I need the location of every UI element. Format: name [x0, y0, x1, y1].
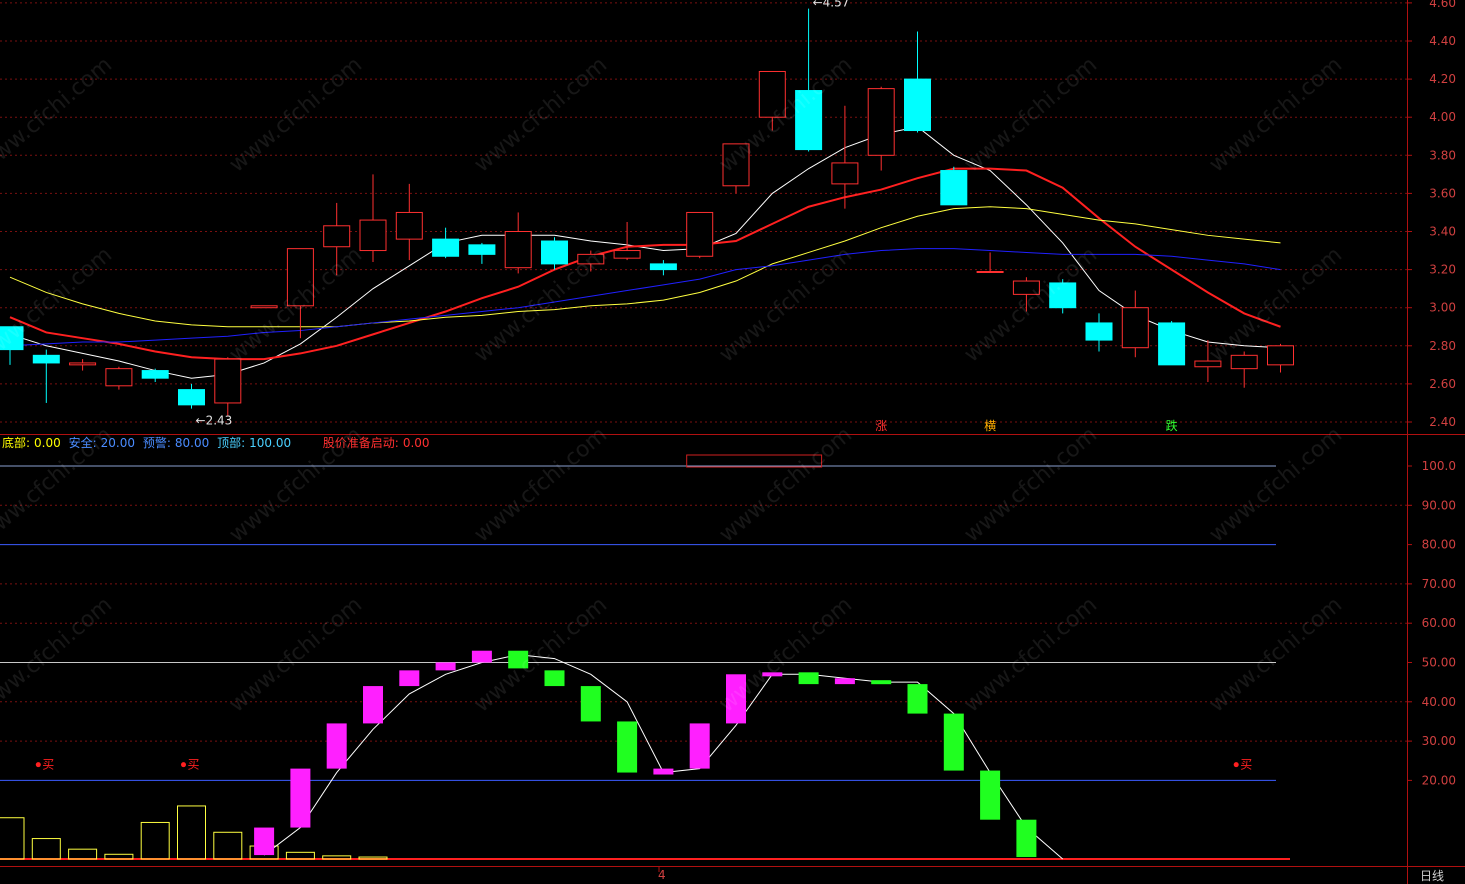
legend-warn-value: 80.00 [174, 436, 210, 450]
indicator-bar [834, 678, 855, 685]
indicator-bar [653, 768, 674, 775]
buy-marker-label: 买 [188, 758, 200, 772]
indicator-bar [980, 770, 1001, 820]
indicator-tick-label: 30.00 [1422, 734, 1456, 748]
signal-label: 横 [984, 419, 996, 433]
candle-body [395, 211, 423, 240]
indicator-bar [254, 827, 275, 856]
signal-label: 涨 [875, 418, 887, 433]
price-tick-label: 2.40 [1429, 415, 1456, 429]
indicator-bar [689, 723, 710, 769]
candle-body [940, 170, 968, 206]
buy-marker-label: 买 [1240, 758, 1252, 772]
indicator-tick-label: 60.00 [1422, 616, 1456, 630]
price-tick-label: 3.60 [1429, 186, 1456, 200]
legend-launch-value: 0.00 [402, 436, 430, 450]
signal-label: 跌 [1166, 418, 1178, 433]
indicator-bar [399, 670, 420, 687]
candle-body [214, 358, 242, 404]
candle-body [541, 240, 568, 265]
price-tick-label: 2.80 [1429, 339, 1456, 353]
indicator-bar [471, 650, 492, 663]
indicator-bar [290, 768, 311, 828]
indicator-tick-label: 90.00 [1422, 498, 1456, 512]
indicator-tick-label: 70.00 [1422, 577, 1456, 591]
indicator-bar [580, 686, 601, 722]
price-tick-label: 3.40 [1429, 225, 1456, 239]
candle-body [1158, 322, 1186, 366]
candle-body [831, 162, 859, 185]
indicator-tick-label: 40.00 [1422, 695, 1456, 709]
price-tick-label: 3.00 [1429, 301, 1456, 315]
buy-marker-dot [1233, 762, 1239, 768]
indicator-bar [617, 721, 638, 773]
candle-body [904, 78, 931, 132]
candle-body [976, 271, 1004, 274]
indicator-bar [435, 662, 456, 671]
indicator-bar [943, 713, 964, 771]
legend-safe-value: 20.00 [100, 436, 135, 450]
legend-safe-label: 安全: [68, 436, 97, 450]
buy-marker-label: 买 [42, 758, 54, 772]
candle-body [105, 368, 133, 387]
price-annotation: ←4.57 [813, 0, 850, 10]
period-label[interactable]: 日线 [1420, 867, 1444, 884]
candle-body [468, 244, 496, 255]
legend-bottom-value: 0.00 [34, 436, 61, 450]
candle-body [649, 263, 677, 271]
legend-launch-label: 股价准备启动: [322, 436, 399, 450]
candle-body [432, 238, 460, 257]
price-tick-label: 3.20 [1429, 263, 1456, 277]
candle-body [1121, 307, 1149, 349]
indicator-tick-label: 100.0 [1422, 459, 1456, 473]
indicator-bar [798, 672, 819, 685]
indicator-bar [1016, 819, 1037, 858]
candle-body [141, 370, 169, 379]
buy-marker-dot [35, 762, 41, 768]
indicator-tick-label: 20.00 [1422, 773, 1456, 787]
price-tick-label: 3.80 [1429, 148, 1456, 162]
candle-body [867, 88, 895, 156]
indicator-tick-label: 80.00 [1422, 538, 1456, 552]
price-tick-label: 4.00 [1429, 110, 1456, 124]
price-tick-label: 4.20 [1429, 72, 1456, 86]
price-tick-label: 4.60 [1429, 0, 1456, 10]
candle-body [613, 250, 641, 259]
candle-body [178, 389, 205, 406]
candle-body [323, 225, 351, 248]
legend-top-value: 100.00 [249, 436, 292, 450]
buy-marker-dot [181, 762, 186, 768]
price-tick-label: 4.40 [1429, 34, 1456, 48]
price-annotation: ←2.43 [196, 413, 233, 427]
candle-body [686, 211, 714, 257]
indicator-legend: 底部: 0.00 安全: 20.00 预警: 80.00 顶部: 100.00 股价准备… [2, 434, 434, 451]
candle-body [1230, 354, 1258, 370]
indicator-bar [871, 680, 892, 685]
candle-body [359, 219, 387, 252]
indicator-bar [326, 723, 347, 769]
legend-warn-label: 预警: [142, 436, 171, 450]
legend-bottom-label: 底部: [2, 436, 31, 450]
indicator-bar [907, 684, 928, 714]
candle-body [504, 231, 532, 269]
candle-body [1267, 345, 1294, 366]
candle-body [1085, 322, 1113, 341]
indicator-bar [544, 670, 565, 687]
indicator-tick-label: 50.00 [1422, 656, 1456, 670]
indicator-bar [363, 686, 383, 724]
candle-body [69, 362, 97, 366]
candle-body [32, 354, 60, 364]
legend-top-label: 顶部: [217, 436, 246, 450]
price-tick-label: 2.60 [1429, 377, 1456, 391]
